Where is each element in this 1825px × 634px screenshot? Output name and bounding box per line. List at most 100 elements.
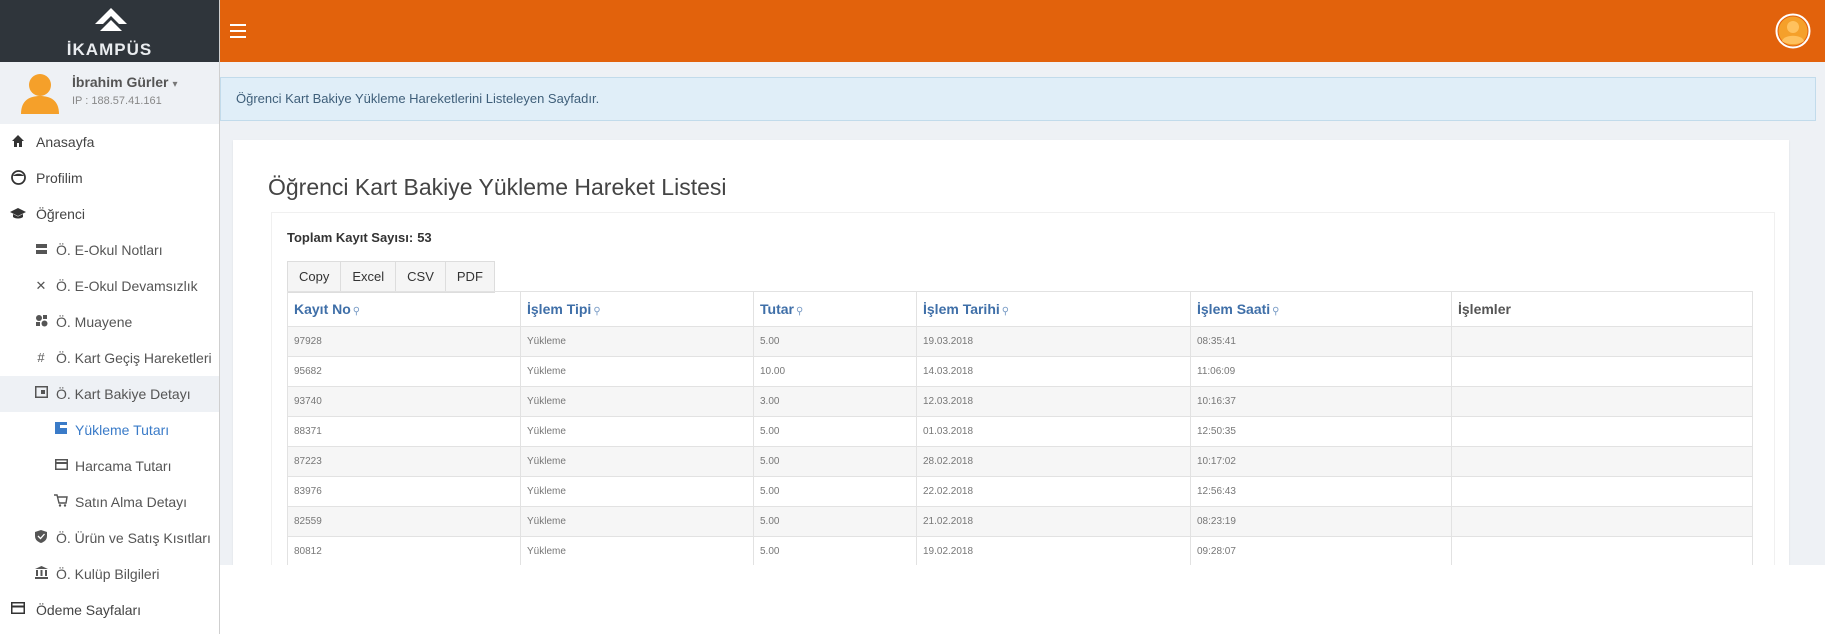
table-cell: 97928 [287, 326, 521, 357]
close-icon: ✕ [35, 278, 47, 293]
sidebar-item-kart-bakiye-detayi[interactable]: Ö. Kart Bakiye Detayı [0, 376, 219, 412]
total-value: 53 [417, 230, 432, 245]
table-cell: Yükleme [520, 386, 754, 417]
table-row[interactable]: 97928 Yükleme 5.00 19.03.2018 08:35:41 [287, 326, 1753, 357]
search-icon: ⚲ [352, 306, 361, 317]
table-cell: 5.00 [753, 476, 917, 507]
info-note: Öğrenci Kart Bakiye Yükleme Hareketlerin… [220, 77, 1816, 121]
page-title: Öğrenci Kart Bakiye Yükleme Hareket List… [268, 174, 727, 200]
table-cell [1451, 356, 1753, 387]
table-cell: 22.02.2018 [916, 476, 1191, 507]
sidebar-item-kulup-bilgileri[interactable]: Ö. Kulüp Bilgileri [0, 556, 219, 592]
table-cell [1451, 476, 1753, 507]
table-row[interactable]: 95682 Yükleme 10.00 14.03.2018 11:06:09 [287, 356, 1753, 387]
table-cell: 5.00 [753, 416, 917, 447]
credit-card-icon [10, 602, 26, 618]
search-icon: ⚲ [795, 306, 804, 317]
table-cell: 5.00 [753, 536, 917, 567]
sidebar-item-e-okul-devamsizlik[interactable]: ✕ Ö. E-Okul Devamsızlık [0, 268, 219, 304]
table-cell: 08:23:19 [1190, 506, 1452, 537]
table-cell: 12:50:35 [1190, 416, 1452, 447]
sidebar-item-odeme-sayfalari[interactable]: Ödeme Sayfaları [0, 592, 219, 628]
table-cell: 83976 [287, 476, 521, 507]
user-menu[interactable]: İbrahim Gürler ▾ [72, 74, 178, 90]
table-cell: Yükleme [520, 446, 754, 477]
table-cell [1451, 446, 1753, 477]
table-cell: 5.00 [753, 506, 917, 537]
sidebar-item-satin-alma-detayi[interactable]: Satın Alma Detayı [0, 484, 219, 520]
graduation-cap-icon [10, 206, 26, 222]
copy-button[interactable]: Copy [287, 261, 342, 293]
table-cell: Yükleme [520, 506, 754, 537]
table-cell: Yükleme [520, 326, 754, 357]
logo-icon [95, 8, 127, 31]
sidebar-item-yukleme-tutari[interactable]: Yükleme Tutarı [0, 412, 219, 448]
shield-icon [33, 530, 49, 546]
table-cell: 21.02.2018 [916, 506, 1191, 537]
list-panel: Öğrenci Kart Bakiye Yükleme Hareket List… [233, 140, 1789, 567]
table-row[interactable]: 88371 Yükleme 5.00 01.03.2018 12:50:35 [287, 416, 1753, 447]
column-header-islem-tipi[interactable]: İşlem Tipi ⚲ [520, 291, 754, 327]
table-cell [1451, 536, 1753, 567]
hamburger-menu-icon[interactable] [230, 24, 246, 38]
table-cell: 10:16:37 [1190, 386, 1452, 417]
table-cell: 12.03.2018 [916, 386, 1191, 417]
total-label: Toplam Kayıt Sayısı: [287, 230, 414, 245]
table-row[interactable]: 82559 Yükleme 5.00 21.02.2018 08:23:19 [287, 506, 1753, 537]
hashtag-icon: # [37, 350, 45, 365]
csv-button[interactable]: CSV [395, 261, 446, 293]
transactions-table: Kayıt No ⚲ İşlem Tipi ⚲ Tutar ⚲ İşlem Tarih… [287, 291, 1753, 567]
sidebar-item-muayene[interactable]: Ö. Muayene [0, 304, 219, 340]
search-icon: ⚲ [593, 306, 601, 317]
total-count: Toplam Kayıt Sayısı: 53 [287, 230, 436, 245]
table-cell [1451, 416, 1753, 447]
table-cell: 19.03.2018 [916, 326, 1191, 357]
table-cell: 10.00 [753, 356, 917, 387]
sidebar-item-harcama-tutari[interactable]: Harcama Tutarı [0, 448, 219, 484]
table-row[interactable]: 93740 Yükleme 3.00 12.03.2018 10:16:37 [287, 386, 1753, 417]
excel-button[interactable]: Excel [340, 261, 397, 293]
export-button-group: Copy Excel CSV PDF [287, 261, 495, 293]
sidebar-item-anasayfa[interactable]: Anasayfa [0, 124, 219, 160]
user-panel: İbrahim Gürler ▾ IP : 188.57.41.161 [0, 62, 219, 124]
table-row[interactable]: 83976 Yükleme 5.00 22.02.2018 12:56:43 [287, 476, 1753, 507]
table-cell [1451, 326, 1753, 357]
table-header-row: Kayıt No ⚲ İşlem Tipi ⚲ Tutar ⚲ İşlem Tarih… [287, 291, 1753, 327]
pdf-button[interactable]: PDF [444, 261, 495, 293]
smiley-icon [10, 170, 26, 186]
table-cell [1451, 506, 1753, 537]
list-icon [33, 242, 49, 258]
table-cell: 14.03.2018 [916, 356, 1191, 387]
brand-name: İKAMPÜS [66, 40, 153, 59]
user-avatar-icon[interactable] [1775, 13, 1811, 49]
sidebar-item-profilim[interactable]: Profilim [0, 160, 219, 196]
table-body: 97928 Yükleme 5.00 19.03.2018 08:35:41 95682 Y… [287, 326, 1753, 567]
logo[interactable]: İKAMPÜS [0, 0, 219, 62]
chevron-down-icon: ▾ [172, 79, 178, 90]
table-cell: 82559 [287, 506, 521, 537]
table-row[interactable]: 87223 Yükleme 5.00 28.02.2018 10:17:02 [287, 446, 1753, 477]
column-header-islem-tarihi[interactable]: İşlem Tarihi ⚲ [916, 291, 1191, 327]
table-cell: 87223 [287, 446, 521, 477]
sidebar-item-urun-satis-kisitlari[interactable]: Ö. Ürün ve Satış Kısıtları [0, 520, 219, 556]
search-icon: ⚲ [1272, 306, 1280, 317]
table-cell [1451, 386, 1753, 417]
column-header-kayit-no[interactable]: Kayıt No ⚲ [287, 291, 521, 327]
table-cell: 3.00 [753, 386, 917, 417]
column-header-islemler: İşlemler [1451, 291, 1753, 327]
column-header-tutar[interactable]: Tutar ⚲ [753, 291, 917, 327]
table-cell: 80812 [287, 536, 521, 567]
table-cell: 09:28:07 [1190, 536, 1452, 567]
table-cell: 93740 [287, 386, 521, 417]
page-bottom [220, 565, 1825, 634]
table-cell: 95682 [287, 356, 521, 387]
cart-icon [53, 494, 69, 510]
sidebar-item-e-okul-notlari[interactable]: Ö. E-Okul Notları [0, 232, 219, 268]
avatar[interactable] [18, 70, 62, 114]
table-cell: Yükleme [520, 536, 754, 567]
sidebar-item-kart-gecis-hareketleri[interactable]: # Ö. Kart Geçiş Hareketleri [0, 340, 219, 376]
sidebar-item-ogrenci[interactable]: Öğrenci [0, 196, 219, 232]
column-header-islem-saati[interactable]: İşlem Saati ⚲ [1190, 291, 1452, 327]
table-row[interactable]: 80812 Yükleme 5.00 19.02.2018 09:28:07 [287, 536, 1753, 567]
bank-icon [33, 566, 49, 582]
